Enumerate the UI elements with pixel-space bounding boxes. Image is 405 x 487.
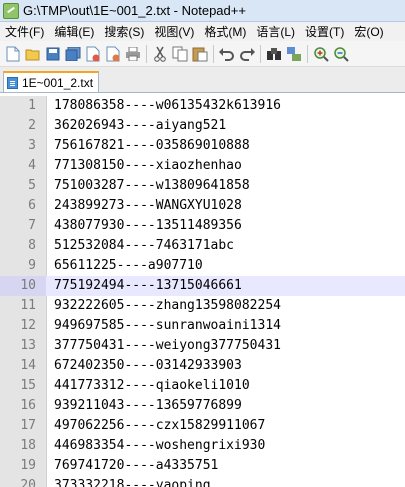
close-icon[interactable] [85,46,101,62]
line-number: 13 [20,338,36,353]
editor-line[interactable]: 19 769741720----a4335751 [0,456,405,476]
editor[interactable]: 1 178086358----w06135432k613916 2 362026943… [0,96,405,487]
menu-macro[interactable]: 宏(O) [349,23,388,40]
window-title: G:\TMP\out\1E~001_2.txt - Notepad++ [23,3,246,18]
line-text: 939211043----13659776899 [54,398,242,413]
editor-line[interactable]: 15 441773312----qiaokeli1010 [0,376,405,396]
line-number: 14 [20,358,36,373]
editor-line[interactable]: 1 178086358----w06135432k613916 [0,96,405,116]
toolbar-separator [307,44,308,63]
editor-line[interactable]: 9 65611225----a907710 [0,256,405,276]
tab-bar: 1E~001_2.txt [0,67,405,93]
line-text: 446983354----woshengrixi930 [54,438,266,453]
editor-line[interactable]: 7 438077930----13511489356 [0,216,405,236]
line-number: 20 [20,478,36,487]
editor-line[interactable]: 17 497062256----czx15829911067 [0,416,405,436]
line-number: 3 [28,138,36,153]
line-text: 512532084----7463171abc [54,238,235,253]
open-file-icon[interactable] [25,46,41,62]
replace-icon[interactable] [286,46,302,62]
line-number: 11 [20,298,36,313]
toolbar-separator [213,44,214,63]
title-bar: G:\TMP\out\1E~001_2.txt - Notepad++ [0,0,405,22]
toolbar-separator [146,44,147,63]
line-number: 10 [0,276,46,296]
editor-line[interactable]: 3 756167821----035869010888 [0,136,405,156]
toolbar [0,41,405,67]
editor-line[interactable]: 12 949697585----sunranwoaini1314 [0,316,405,336]
line-number: 19 [20,458,36,473]
zoom-out-icon[interactable] [333,46,349,62]
editor-line[interactable]: 8 512532084----7463171abc [0,236,405,256]
editor-line[interactable]: 4 771308150----xiaozhenhao [0,156,405,176]
new-file-icon[interactable] [5,46,21,62]
find-icon[interactable] [266,46,282,62]
line-text: 771308150----xiaozhenhao [54,158,242,173]
zoom-in-icon[interactable] [313,46,329,62]
close-all-icon[interactable] [105,46,121,62]
line-text: 243899273----WANGXYU1028 [54,198,242,213]
editor-line[interactable]: 5 751003287----w13809641858 [0,176,405,196]
line-text: 769741720----a4335751 [54,458,219,473]
line-text: 178086358----w06135432k613916 [54,98,281,113]
menu-view[interactable]: 视图(V) [149,23,199,40]
line-text: 949697585----sunranwoaini1314 [54,318,281,333]
notepad-plus-plus-icon [3,2,19,19]
line-number: 7 [28,218,36,233]
print-icon[interactable] [125,46,141,62]
line-number: 16 [20,398,36,413]
line-number: 1 [28,98,36,113]
line-text: 756167821----035869010888 [54,138,250,153]
line-text: 438077930----13511489356 [54,218,242,233]
editor-line[interactable]: 14 672402350----03142933903 [0,356,405,376]
editor-line[interactable]: 10 775192494----13715046661 [0,276,405,296]
menu-file[interactable]: 文件(F) [0,23,49,40]
menu-search[interactable]: 搜索(S) [99,23,149,40]
line-number: 4 [28,158,36,173]
toolbar-separator [260,44,261,63]
line-number: 15 [20,378,36,393]
line-number: 9 [28,258,36,273]
editor-line[interactable]: 18 446983354----woshengrixi930 [0,436,405,456]
line-number: 8 [28,238,36,253]
line-number: 18 [20,438,36,453]
line-text: 751003287----w13809641858 [54,178,250,193]
line-number: 6 [28,198,36,213]
undo-icon[interactable] [219,46,235,62]
line-text: 672402350----03142933903 [54,358,242,373]
line-text: 65611225----a907710 [54,258,203,273]
line-text: 497062256----czx15829911067 [54,418,266,433]
menu-format[interactable]: 格式(M) [199,23,251,40]
editor-line[interactable]: 6 243899273----WANGXYU1028 [0,196,405,216]
line-text: 932222605----zhang13598082254 [54,298,281,313]
editor-line[interactable]: 13 377750431----weiyong377750431 [0,336,405,356]
line-text: 775192494----13715046661 [54,278,242,293]
line-text: 441773312----qiaokeli1010 [54,378,250,393]
line-text: 373332218----yaoping [54,478,211,487]
menu-bar: 文件(F) 编辑(E) 搜索(S) 视图(V) 格式(M) 语言(L) 设置(T… [0,22,405,41]
editor-line[interactable]: 20 373332218----yaoping [0,476,405,487]
tab-file[interactable]: 1E~001_2.txt [3,71,100,92]
line-number: 5 [28,178,36,193]
save-all-icon[interactable] [65,46,81,62]
editor-line[interactable]: 16 939211043----13659776899 [0,396,405,416]
save-icon[interactable] [45,46,61,62]
line-number: 17 [20,418,36,433]
redo-icon[interactable] [239,46,255,62]
saved-file-icon [7,76,18,89]
copy-icon[interactable] [172,46,188,62]
line-text: 362026943----aiyang521 [54,118,227,133]
paste-icon[interactable] [192,46,208,62]
editor-line[interactable]: 2 362026943----aiyang521 [0,116,405,136]
cut-icon[interactable] [152,46,168,62]
line-text: 377750431----weiyong377750431 [54,338,281,353]
menu-settings[interactable]: 设置(T) [300,23,349,40]
tab-label: 1E~001_2.txt [22,75,94,90]
menu-edit[interactable]: 编辑(E) [49,23,99,40]
menu-language[interactable]: 语言(L) [251,23,300,40]
line-number: 12 [20,318,36,333]
line-number: 2 [28,118,36,133]
editor-line[interactable]: 11 932222605----zhang13598082254 [0,296,405,316]
